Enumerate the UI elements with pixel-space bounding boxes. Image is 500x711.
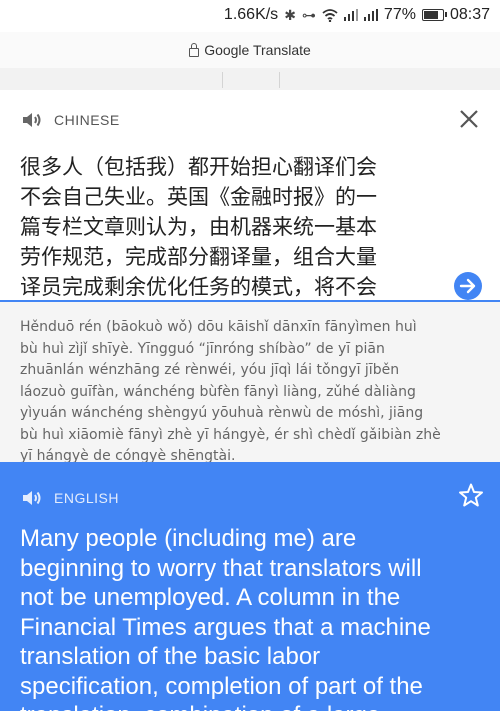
result-panel: ENGLISH Many people (including me) are b…	[0, 462, 500, 711]
url-text: Google Translate	[204, 42, 311, 58]
result-language-label[interactable]: ENGLISH	[54, 490, 119, 506]
transliteration-panel: Hěnduō rén (bāokuò wǒ) dōu kāishǐ dānxīn…	[0, 302, 500, 464]
translate-button[interactable]	[454, 272, 482, 300]
network-speed: 1.66K/s	[223, 6, 279, 23]
source-panel: CHINESE 很多人（包括我）都开始担心翻译们会 不会自己失业。英国《金融时报…	[0, 90, 500, 300]
bluetooth-icon: ✱	[284, 6, 296, 23]
key-icon: ⊶	[301, 6, 316, 23]
speaker-icon[interactable]	[20, 108, 44, 132]
arrow-right-circle-icon	[459, 278, 476, 294]
toolbar-strip	[0, 68, 500, 91]
translation-text[interactable]: Many people (including me) are beginning…	[20, 524, 490, 711]
signal-icon-2	[363, 9, 378, 21]
battery-fill	[423, 11, 438, 19]
speaker-icon[interactable]	[20, 486, 44, 510]
url-bar[interactable]: Google Translate	[0, 32, 500, 68]
source-language-label[interactable]: CHINESE	[54, 112, 120, 128]
wifi-icon	[322, 8, 338, 22]
status-indicators: 1.66K/s ✱ ⊶ 77% 08:37	[224, 6, 490, 24]
status-bar: 1.66K/s ✱ ⊶ 77% 08:37	[0, 0, 500, 32]
source-language-row: CHINESE	[20, 108, 120, 132]
lock-icon	[189, 42, 200, 57]
clock: 08:37	[449, 6, 490, 23]
pinyin-text: Hěnduō rén (bāokuò wǒ) dōu kāishǐ dānxīn…	[20, 319, 441, 464]
battery-icon	[421, 9, 447, 21]
result-language-row: ENGLISH	[20, 486, 119, 510]
close-icon[interactable]	[458, 108, 480, 130]
signal-icon-1	[343, 9, 358, 21]
toolbar-divider	[222, 72, 223, 88]
toolbar-divider	[279, 72, 280, 88]
battery-percent: 77%	[383, 6, 416, 23]
source-text[interactable]: 很多人（包括我）都开始担心翻译们会 不会自己失业。英国《金融时报》的一 篇专栏文…	[20, 152, 460, 302]
star-outline-icon[interactable]	[458, 482, 484, 508]
